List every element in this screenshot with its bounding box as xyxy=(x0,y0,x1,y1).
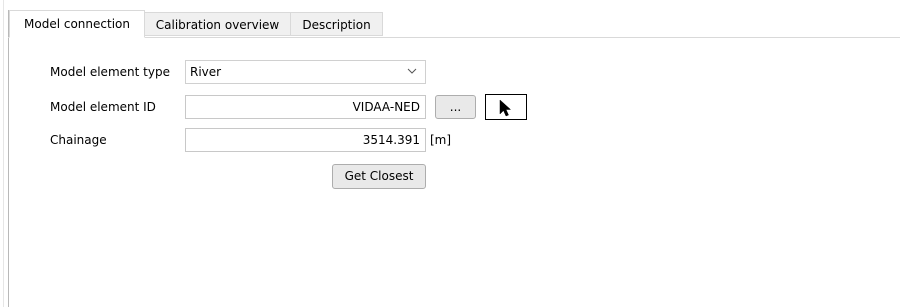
browse-button[interactable]: ... xyxy=(435,95,476,119)
mouse-pointer-icon xyxy=(499,99,511,117)
model-element-id-label: Model element ID xyxy=(50,100,156,114)
model-element-id-field[interactable]: VIDAA-NED xyxy=(185,95,426,119)
chevron-down-icon xyxy=(407,68,417,74)
model-element-type-select[interactable]: River xyxy=(185,60,426,84)
pick-from-map-button[interactable] xyxy=(485,94,527,120)
window-edge xyxy=(3,0,4,307)
panel-border xyxy=(8,10,9,307)
get-closest-button[interactable]: Get Closest xyxy=(332,164,426,189)
chainage-field[interactable]: 3514.391 xyxy=(185,128,426,152)
chainage-unit: [m] xyxy=(430,133,452,147)
chainage-label: Chainage xyxy=(50,133,107,147)
tab-calibration-overview[interactable]: Calibration overview xyxy=(145,12,291,36)
tab-description[interactable]: Description xyxy=(291,12,383,36)
model-element-type-label: Model element type xyxy=(50,65,170,79)
tab-model-connection[interactable]: Model connection xyxy=(9,10,145,38)
model-connection-panel: Model connection Calibration overview De… xyxy=(0,0,900,307)
model-element-type-value: River xyxy=(190,65,222,79)
